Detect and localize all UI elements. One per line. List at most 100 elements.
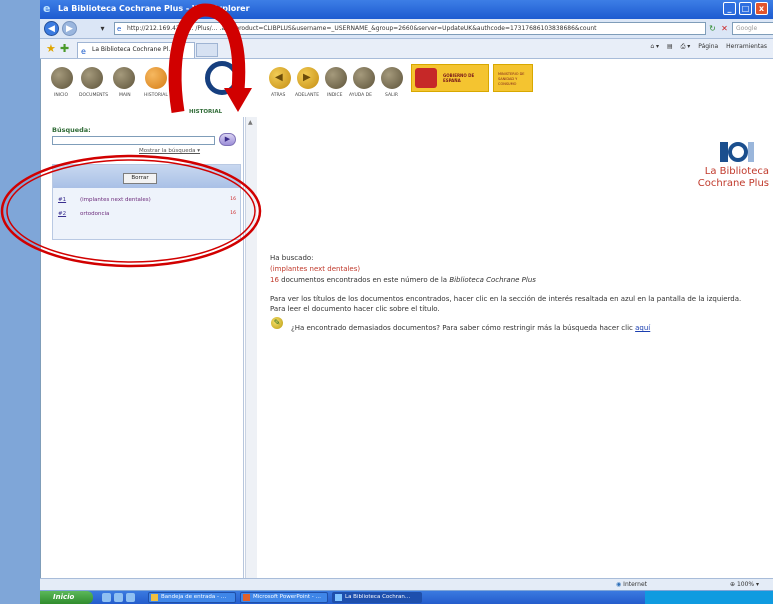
history-box: Borrar #1 (implantes next dentales) 16 #…	[52, 164, 241, 240]
inicio-label: INICIO	[54, 93, 69, 98]
inicio-button[interactable]	[51, 67, 73, 89]
history-row[interactable]: #1 (implantes next dentales) 16	[53, 195, 240, 205]
documents-button[interactable]	[81, 67, 103, 89]
results-count-line: 16 documentos encontrados en este número…	[270, 276, 536, 284]
results-count-text: documentos encontrados en este número de…	[278, 276, 450, 284]
historial-button[interactable]	[145, 67, 167, 89]
zoom-icon: ⊕	[730, 581, 736, 588]
taskbar-item-label: Bandeja de entrada - …	[161, 594, 227, 600]
quicklaunch-outlook-icon[interactable]	[114, 593, 123, 602]
historial-toolbar-label: HISTORIAL	[144, 93, 168, 98]
zoom-level: 100%	[736, 581, 755, 588]
internet-explorer-icon: e	[43, 2, 51, 15]
minimize-button[interactable]: _	[723, 2, 736, 15]
taskbar-item-powerpoint[interactable]: Microsoft PowerPoint - …	[240, 592, 328, 603]
main-button[interactable]	[113, 67, 135, 89]
history-term[interactable]: ortodoncia	[80, 209, 109, 219]
history-count: 16	[230, 197, 236, 202]
window-title-bar: e La Biblioteca Cochrane Plus - W… Explo…	[40, 0, 773, 19]
taskbar-item-label: La Biblioteca Cochran…	[345, 594, 411, 600]
tip-link[interactable]: aquí	[635, 324, 650, 332]
adelante-label: ADELANTE	[295, 93, 320, 98]
home-icon[interactable]: ⌂ ▾	[650, 43, 659, 50]
salir-button[interactable]	[381, 67, 403, 89]
system-tray	[645, 591, 773, 604]
main-label: MAIN	[119, 93, 131, 98]
zoom-control[interactable]: ⊕ 100% ▾	[730, 581, 759, 588]
page-dropdown-icon[interactable]: ▾	[96, 22, 109, 35]
ayuda-button[interactable]	[353, 67, 375, 89]
back-button[interactable]: ◀	[44, 21, 59, 36]
feeds-icon[interactable]: ▤	[667, 43, 673, 50]
maximize-button[interactable]: □	[739, 2, 752, 15]
history-header: Borrar	[53, 165, 240, 188]
history-number-link[interactable]: #2	[58, 209, 66, 219]
results-heading: Ha buscado:	[270, 254, 314, 262]
results-publication: Biblioteca Cochrane Plus	[449, 276, 536, 284]
cochrane-plus-logo: La Biblioteca Cochrane Plus	[662, 142, 772, 202]
tab-favicon-icon: e	[81, 47, 86, 56]
start-button[interactable]: Inicio	[40, 591, 93, 604]
search-engine-field[interactable]: Google	[732, 22, 773, 35]
taskbar-item-outlook[interactable]: Bandeja de entrada - …	[148, 592, 236, 603]
back-arrow-icon: ◀	[275, 72, 283, 83]
ministry-logo: MINISTERIO DE SANIDAD Y CONSUMO	[493, 64, 533, 92]
stop-icon[interactable]: ✕	[718, 22, 731, 35]
scroll-up-icon[interactable]: ▲	[248, 119, 253, 126]
gobierno-espana-logo: GOBIERNO DE ESPAÑA	[411, 64, 489, 92]
tip-line: ¿Ha encontrado demasiados documentos? Pa…	[291, 324, 650, 332]
panel-scrollbar[interactable]: ▲	[245, 117, 257, 578]
security-zone: ◉ Internet	[616, 581, 647, 588]
adelante-button[interactable]: ▶	[297, 67, 319, 89]
tab-title: La Biblioteca Cochrane Pl…	[92, 46, 175, 53]
taskbar-item-label: Microsoft PowerPoint - …	[253, 594, 322, 600]
tools-menu[interactable]: Herramientas	[726, 43, 767, 50]
quicklaunch-ie-icon[interactable]	[102, 593, 111, 602]
page-icon: e	[117, 25, 122, 33]
historial-heading: HISTORIAL	[189, 109, 223, 115]
borrar-button[interactable]: Borrar	[123, 173, 157, 184]
show-search-link[interactable]: Mostrar la búsqueda ▾	[139, 148, 200, 154]
documents-label: DOCUMENTS	[79, 93, 109, 98]
show-search-text: Mostrar la búsqueda	[139, 148, 196, 154]
gov-logo-text: GOBIERNO DE ESPAÑA	[443, 73, 475, 83]
page-menu[interactable]: Página	[698, 43, 718, 50]
history-term[interactable]: (implantes next dentales)	[80, 195, 151, 205]
logo-line2: Cochrane Plus	[697, 178, 769, 189]
busqueda-label: Búsqueda:	[52, 126, 91, 134]
cochrane-ring-logo	[205, 61, 239, 95]
indice-button[interactable]	[325, 67, 347, 89]
history-row[interactable]: #2 ortodoncia 16	[53, 209, 240, 219]
atras-button[interactable]: ◀	[269, 67, 291, 89]
search-history-panel: Búsqueda: ▶ Mostrar la búsqueda ▾ Borrar…	[49, 117, 244, 578]
history-number-link[interactable]: #1	[58, 195, 66, 205]
new-tab-button[interactable]	[196, 43, 218, 57]
cochrane-mark-icon	[720, 142, 754, 162]
quicklaunch-desktop-icon[interactable]	[126, 593, 135, 602]
results-area: La Biblioteca Cochrane Plus Ha buscado: …	[258, 117, 773, 578]
ie-task-icon	[335, 594, 342, 601]
forward-button[interactable]: ▶	[62, 21, 77, 36]
tab-bar: ★ ✚ e La Biblioteca Cochrane Pl… ⌂ ▾ ▤ ⎙…	[40, 39, 773, 59]
tip-text: ¿Ha encontrado demasiados documentos? Pa…	[291, 324, 636, 332]
results-count: 16	[270, 276, 279, 284]
add-favorites-icon[interactable]: ✚	[60, 42, 69, 55]
print-icon[interactable]: ⎙ ▾	[681, 43, 691, 50]
tab-active[interactable]: e La Biblioteca Cochrane Pl…	[77, 42, 195, 58]
favorites-star-icon[interactable]: ★	[46, 42, 56, 55]
close-button[interactable]: x	[755, 2, 768, 15]
powerpoint-icon	[243, 594, 250, 601]
address-bar: ◀ ▶ ▾ e http://212.169.42.7/… /Plus/… .a…	[40, 19, 773, 39]
search-go-button[interactable]: ▶	[219, 133, 236, 146]
search-input[interactable]	[52, 136, 215, 145]
command-bar: ⌂ ▾ ▤ ⎙ ▾ Página Herramientas	[644, 43, 767, 51]
zone-label: Internet	[623, 581, 647, 588]
results-query: (implantes next dentales)	[270, 265, 361, 273]
history-count: 16	[230, 211, 236, 216]
url-field[interactable]: e http://212.169.42.7/… /Plus/… .asp?pro…	[114, 22, 706, 35]
salir-label: SALIR	[385, 93, 398, 98]
ayuda-label: AYUDA DE	[349, 93, 372, 98]
results-instructions: Para ver los títulos de los documentos e…	[270, 295, 742, 313]
browser-content: INICIO DOCUMENTS MAIN HISTORIAL HISTORIA…	[40, 59, 773, 578]
taskbar-item-browser[interactable]: La Biblioteca Cochran…	[332, 592, 422, 603]
